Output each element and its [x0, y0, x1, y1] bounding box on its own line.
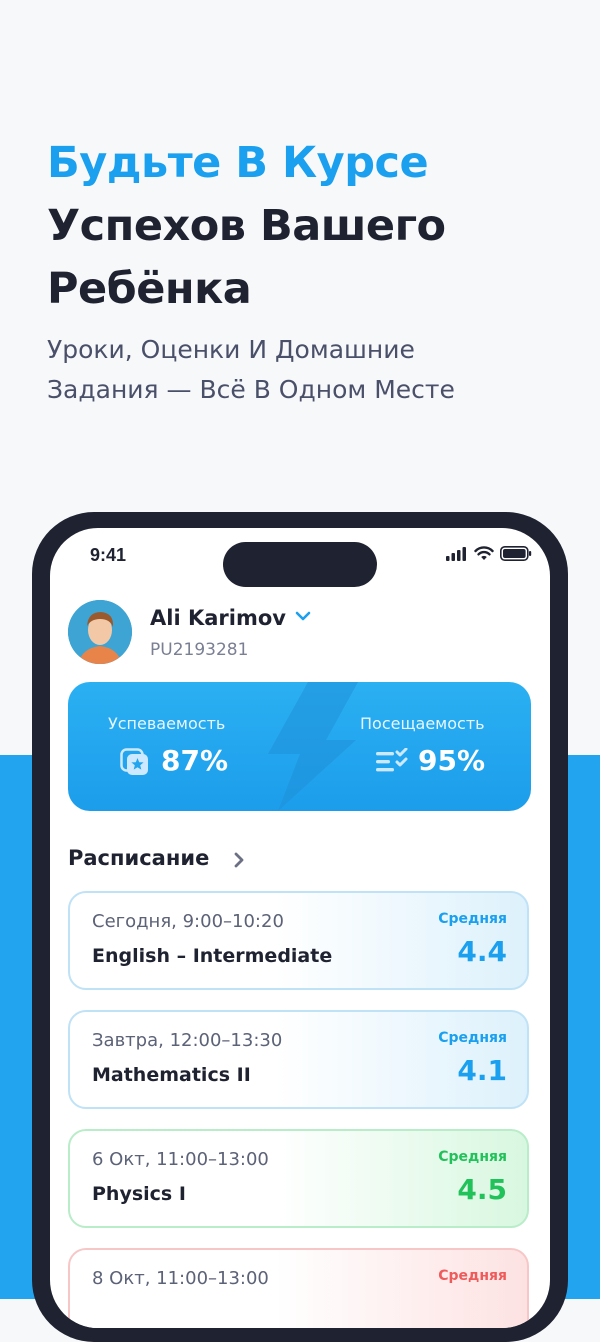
average-label: Средняя	[438, 1268, 507, 1284]
average-grade: 4.4	[457, 935, 507, 968]
lesson-subject: English – Intermediate	[92, 945, 333, 967]
lesson-time: Сегодня, 9:00–10:20	[92, 911, 284, 932]
hero-subtitle: Уроки, Оценки И Домашние Задания — Всё В…	[47, 330, 587, 410]
average-grade: 4.5	[457, 1173, 507, 1206]
hero-title-accent: Будьте В Курсе	[47, 138, 429, 188]
lesson-time: Завтра, 12:00–13:30	[92, 1030, 283, 1051]
schedule-card[interactable]: 8 Окт, 11:00–13:00 Средняя	[68, 1248, 529, 1328]
schedule-card[interactable]: Сегодня, 9:00–10:20 English – Intermedia…	[68, 891, 529, 990]
badge-star-icon	[120, 748, 148, 775]
average-label: Средняя	[438, 1030, 507, 1046]
signal-icon	[446, 546, 466, 561]
lesson-subject: Physics I	[92, 1183, 186, 1205]
lightning-decoration-icon	[268, 682, 358, 811]
attendance-label: Посещаемость	[360, 714, 485, 733]
battery-icon	[500, 546, 532, 561]
hero-subtitle-line-1: Уроки, Оценки И Домашние	[47, 335, 415, 364]
wifi-icon	[474, 546, 494, 560]
status-icons	[446, 546, 532, 561]
avatar-image	[68, 600, 132, 664]
hero-title-line-2: Успехов Вашего	[47, 201, 446, 251]
performance-value: 87%	[161, 744, 229, 777]
schedule-title[interactable]: Расписание	[68, 846, 209, 870]
hero-title-line-3: Ребёнка	[47, 264, 252, 314]
average-label: Средняя	[438, 1149, 507, 1165]
user-name[interactable]: Ali Karimov	[150, 606, 286, 630]
status-time: 9:41	[90, 545, 127, 565]
performance-label: Успеваемость	[108, 714, 226, 733]
stats-card[interactable]: Успеваемость 87% Посещаемость 95%	[68, 682, 531, 811]
phone-screen: 9:41 Ali Karimov PU2193281 Успеваемость …	[50, 528, 550, 1328]
hero-title: Будьте В Курсе Успехов Вашего Ребёнка	[47, 132, 587, 321]
lesson-time: 8 Окт, 11:00–13:00	[92, 1268, 269, 1289]
avatar[interactable]	[68, 600, 132, 664]
chevron-down-icon[interactable]	[294, 610, 312, 622]
lesson-time: 6 Окт, 11:00–13:00	[92, 1149, 269, 1170]
schedule-card[interactable]: Завтра, 12:00–13:30 Mathematics II Средн…	[68, 1010, 529, 1109]
schedule-card[interactable]: 6 Окт, 11:00–13:00 Physics I Средняя 4.5	[68, 1129, 529, 1228]
attendance-value: 95%	[418, 744, 486, 777]
lesson-subject: Mathematics II	[92, 1064, 251, 1086]
chevron-right-icon[interactable]	[232, 851, 246, 869]
user-id: PU2193281	[150, 640, 249, 660]
hero-subtitle-line-2: Задания — Всё В Одном Месте	[47, 375, 455, 404]
average-label: Средняя	[438, 911, 507, 927]
average-grade: 4.1	[457, 1054, 507, 1087]
dynamic-island	[223, 542, 377, 587]
checklist-icon	[376, 748, 408, 772]
